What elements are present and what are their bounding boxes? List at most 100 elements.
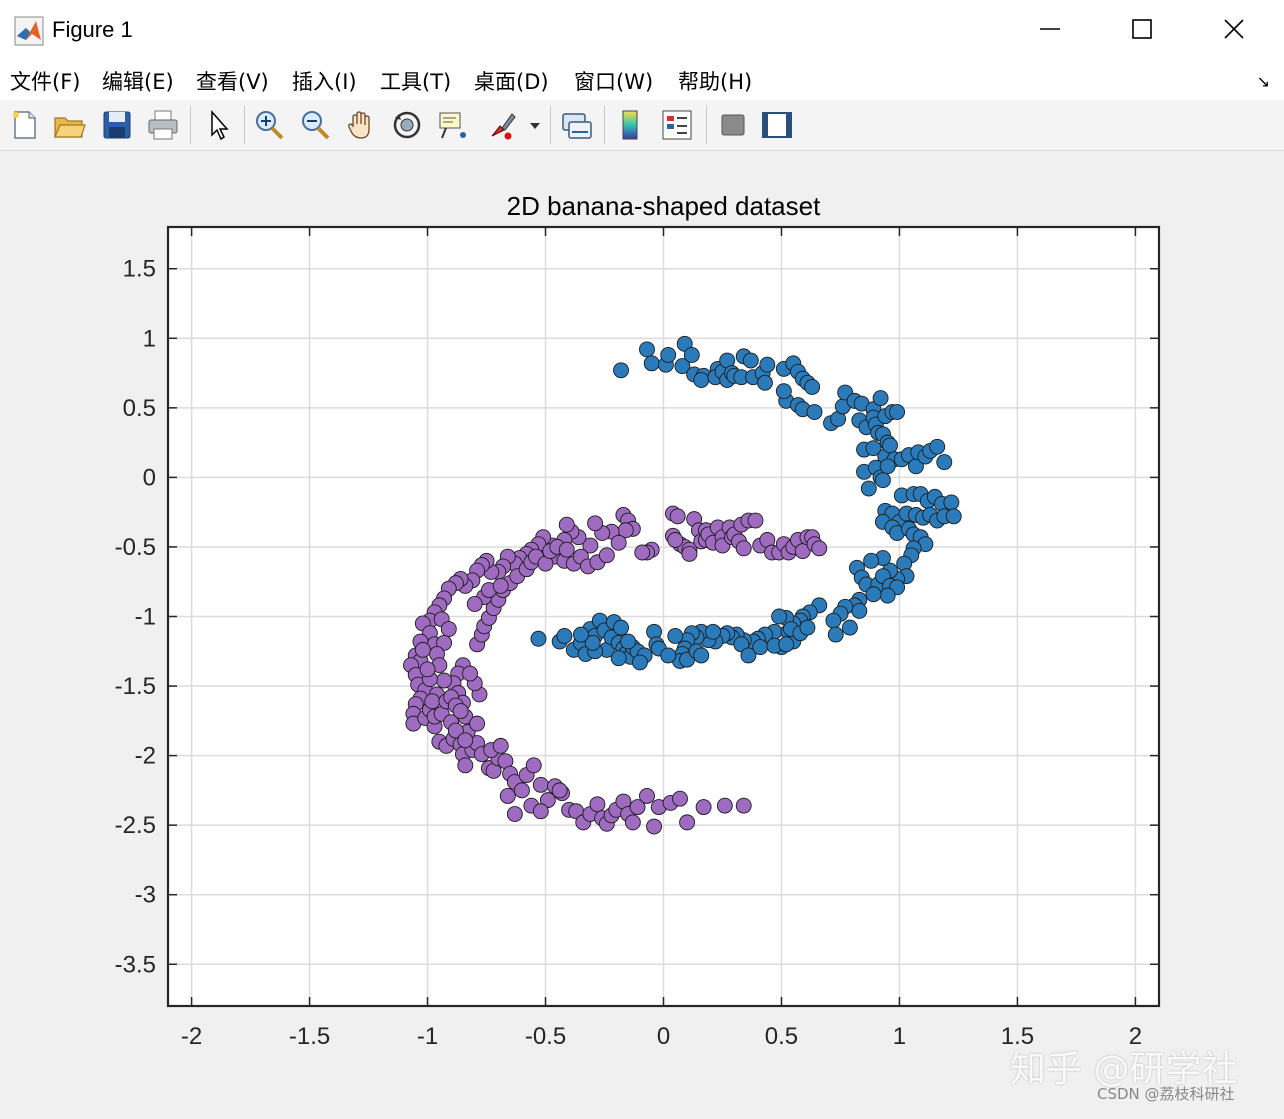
- maximize-button[interactable]: [1110, 8, 1174, 50]
- data-point-class-2: [667, 532, 684, 548]
- close-button[interactable]: [1202, 8, 1266, 50]
- x-tick-label: -1: [417, 1023, 438, 1050]
- data-point-class-1: [572, 626, 589, 643]
- y-tick-label: 0: [143, 464, 156, 491]
- brush-icon[interactable]: [484, 108, 518, 142]
- menu-edit[interactable]: 编辑(E): [102, 66, 174, 96]
- data-point-class-1: [775, 383, 792, 400]
- data-point-class-2: [598, 547, 615, 564]
- rotate-3d-icon[interactable]: [390, 108, 424, 142]
- data-cursor-icon[interactable]: [436, 108, 470, 142]
- menu-desktop[interactable]: 桌面(D): [474, 66, 549, 96]
- hide-plot-tools-icon[interactable]: [716, 108, 750, 142]
- data-point-class-2: [525, 757, 542, 774]
- data-point-class-1: [620, 633, 637, 650]
- menu-tools[interactable]: 工具(T): [380, 66, 451, 96]
- data-point-class-1: [693, 372, 710, 388]
- data-point-class-1: [865, 586, 882, 603]
- menu-file[interactable]: 文件(F): [10, 66, 80, 96]
- open-file-icon[interactable]: [52, 108, 86, 142]
- data-point-class-2: [679, 814, 696, 831]
- data-point-class-2: [513, 782, 530, 799]
- scatter-chart[interactable]: -2 -1.5 -1 -0.5 0 0.5 1 1.5 21.510.50-0.5-1-1.5-…: [0, 151, 1284, 1115]
- y-tick-label: -1: [135, 604, 156, 631]
- data-point-class-1: [879, 587, 896, 604]
- menu-help[interactable]: 帮助(H): [678, 66, 752, 96]
- menu-insert[interactable]: 插入(I): [292, 66, 357, 96]
- data-point-class-2: [452, 703, 469, 720]
- data-point-class-1: [705, 623, 721, 640]
- zoom-in-icon[interactable]: [252, 108, 286, 142]
- toolbar-separator: [604, 106, 605, 144]
- data-point-class-2: [646, 818, 663, 835]
- close-icon: [1224, 19, 1244, 39]
- data-point-class-1: [757, 374, 773, 391]
- y-tick-label: -2: [135, 743, 156, 770]
- menu-bar: 文件(F) 编辑(E) 查看(V) 插入(I) 工具(T) 桌面(D) 窗口(W…: [0, 58, 1284, 100]
- data-point-class-1: [804, 379, 821, 395]
- new-figure-icon[interactable]: [8, 108, 42, 142]
- data-point-class-1: [631, 654, 648, 671]
- data-point-class-2: [499, 787, 516, 804]
- print-icon[interactable]: [146, 108, 180, 142]
- data-point-class-1: [827, 626, 844, 643]
- data-point-class-2: [716, 797, 733, 814]
- data-point-class-1: [841, 619, 858, 636]
- x-tick-label: 0.5: [765, 1023, 798, 1050]
- data-point-class-1: [742, 352, 759, 369]
- y-tick-label: -3.5: [115, 951, 156, 978]
- chart-title: 2D banana-shaped dataset: [507, 191, 821, 221]
- data-point-class-2: [532, 776, 549, 793]
- figure-canvas: -2 -1.5 -1 -0.5 0 0.5 1 1.5 2 1.5 1 0.5 0 -0.5 -1 -1.5-…: [0, 151, 1284, 1115]
- data-point-class-2: [469, 715, 486, 732]
- data-point-class-2: [681, 545, 698, 562]
- show-plot-tools-icon[interactable]: [760, 108, 794, 142]
- data-point-class-1: [643, 355, 660, 372]
- minimize-button[interactable]: [1018, 8, 1082, 50]
- x-tick-label: -2: [181, 1023, 202, 1050]
- colorbar-icon[interactable]: [614, 108, 648, 142]
- data-point-class-1: [613, 362, 629, 379]
- data-point-class-2: [669, 508, 686, 525]
- data-point-class-1: [660, 647, 677, 664]
- data-point-class-2: [436, 672, 453, 689]
- menu-window[interactable]: 窗口(W): [574, 66, 653, 96]
- data-point-class-1: [556, 628, 573, 644]
- data-point-class-1: [825, 612, 842, 629]
- data-point-class-1: [639, 341, 655, 358]
- y-tick-label: -0.5: [115, 534, 156, 561]
- data-point-class-1: [660, 347, 677, 363]
- dock-arrow-icon[interactable]: ↘: [1257, 72, 1270, 91]
- link-plot-icon[interactable]: [560, 108, 594, 142]
- data-point-class-2: [457, 732, 474, 749]
- data-point-class-2: [589, 796, 606, 813]
- menu-view[interactable]: 查看(V): [196, 66, 269, 96]
- zoom-out-icon[interactable]: [298, 108, 332, 142]
- legend-icon[interactable]: [660, 108, 694, 142]
- data-point-class-1: [799, 619, 816, 636]
- data-point-class-1: [936, 454, 953, 471]
- data-point-class-1: [882, 437, 898, 454]
- minimize-icon: [1040, 28, 1060, 30]
- data-point-class-1: [610, 650, 627, 667]
- data-point-class-1: [851, 602, 868, 619]
- figure-toolbar: [0, 100, 1284, 151]
- data-point-class-2: [532, 803, 549, 820]
- save-icon[interactable]: [100, 108, 134, 142]
- pan-hand-icon[interactable]: [344, 108, 378, 142]
- data-point-class-1: [613, 619, 629, 636]
- data-point-class-2: [440, 621, 457, 637]
- data-point-class-1: [879, 458, 896, 475]
- data-point-class-2: [492, 577, 509, 594]
- data-point-class-2: [419, 661, 436, 678]
- toolbar-separator: [550, 106, 551, 144]
- data-point-class-2: [551, 782, 568, 799]
- chevron-down-icon[interactable]: [526, 108, 544, 142]
- data-point-class-1: [860, 480, 877, 497]
- data-point-class-2: [414, 641, 431, 658]
- maximize-icon: [1132, 19, 1152, 39]
- x-tick-label: 1: [893, 1023, 906, 1050]
- data-point-class-1: [874, 472, 891, 489]
- select-arrow-icon[interactable]: [202, 108, 236, 142]
- data-point-class-1: [752, 639, 769, 656]
